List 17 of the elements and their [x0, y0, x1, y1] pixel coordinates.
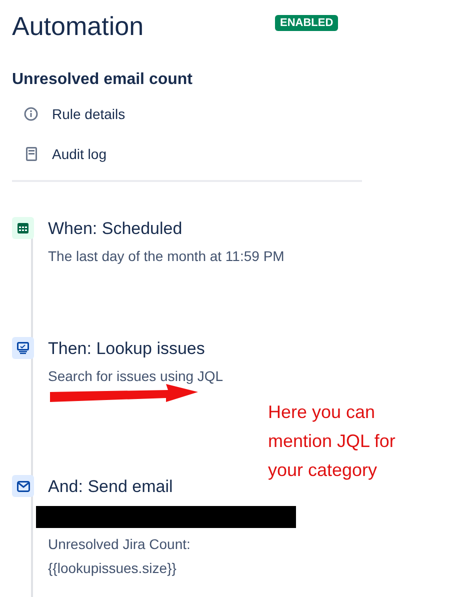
sidebar-link[interactable]: Audit log [24, 142, 474, 166]
step-description: Search for issues using JQL [48, 367, 224, 386]
monitor-icon [17, 342, 29, 354]
step-title[interactable]: When: Scheduled [48, 216, 284, 242]
step-description: The last day of the month at 11:59 PM [48, 247, 284, 266]
annotation-note: Here you can mention JQL for your category [268, 401, 396, 482]
status-badge: ENABLED [275, 15, 338, 31]
calendar-icon [17, 222, 29, 234]
info-icon [24, 107, 38, 121]
mail-icon [16, 480, 30, 492]
step-title[interactable]: Then: Lookup issues [48, 336, 224, 362]
page-title: Automation [12, 10, 145, 43]
document-icon [26, 147, 36, 161]
sidebar-link[interactable]: Rule details [24, 102, 474, 126]
step-description: {{lookupissues.size}} [48, 559, 178, 578]
rule-name: Unresolved email count [12, 70, 194, 90]
step-description: Unresolved Jira Count: [48, 535, 192, 554]
